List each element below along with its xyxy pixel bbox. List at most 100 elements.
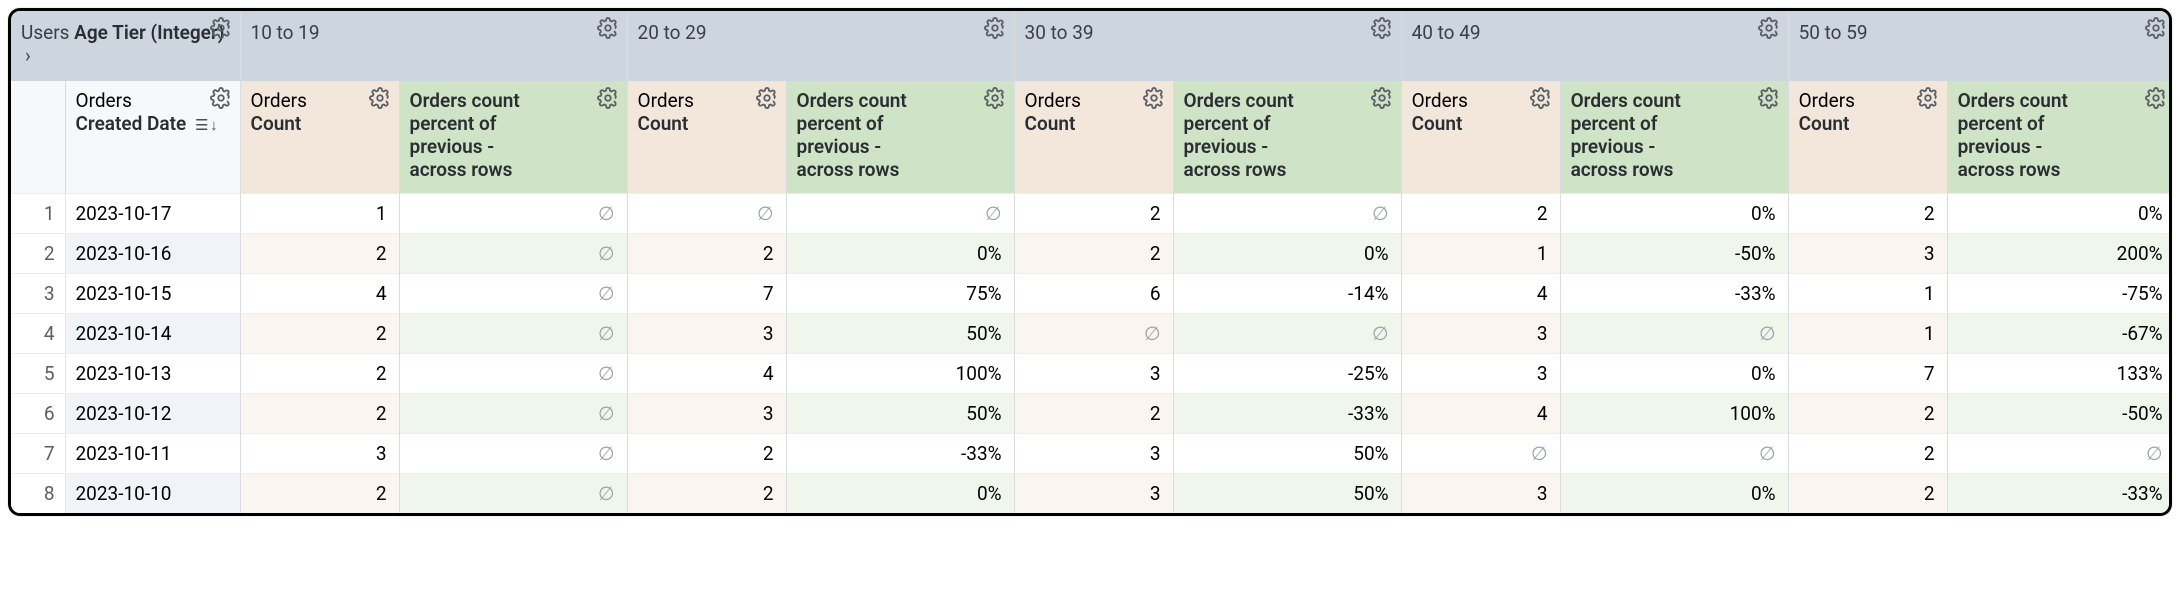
count-cell[interactable]: 3 [240,433,399,473]
count-cell[interactable]: 2 [1788,433,1947,473]
gear-icon[interactable] [2145,87,2167,109]
percent-cell[interactable]: ∅ [399,473,627,513]
percent-cell[interactable]: ∅ [399,233,627,273]
count-cell[interactable]: 7 [1788,353,1947,393]
percent-cell[interactable]: -33% [1947,473,2172,513]
gear-icon[interactable] [1371,17,1393,39]
date-cell[interactable]: 2023-10-11 [65,433,240,473]
count-cell[interactable]: 2 [1014,393,1173,433]
percent-cell[interactable]: ∅ [1173,193,1401,233]
count-cell[interactable]: 3 [1401,473,1560,513]
percent-cell[interactable]: ∅ [1173,313,1401,353]
count-cell[interactable]: 4 [1401,273,1560,313]
percent-cell[interactable]: ∅ [399,433,627,473]
gear-icon[interactable] [1758,87,1780,109]
count-cell[interactable]: 4 [627,353,786,393]
date-header[interactable]: Orders Created Date ☰ ↓ [65,81,240,193]
count-cell[interactable]: 4 [240,273,399,313]
gear-icon[interactable] [369,87,391,109]
percent-cell[interactable]: ∅ [1560,313,1788,353]
percent-cell[interactable]: -33% [1173,393,1401,433]
date-cell[interactable]: 2023-10-15 [65,273,240,313]
count-cell[interactable]: 2 [1401,193,1560,233]
percent-cell[interactable]: ∅ [786,193,1014,233]
gear-icon[interactable] [984,87,1006,109]
percent-cell[interactable]: ∅ [399,353,627,393]
percent-cell[interactable]: ∅ [399,193,627,233]
gear-icon[interactable] [1143,87,1165,109]
count-cell[interactable]: ∅ [1014,313,1173,353]
count-cell[interactable]: 2 [240,473,399,513]
percent-cell[interactable]: ∅ [399,393,627,433]
percent-cell[interactable]: -50% [1560,233,1788,273]
percent-cell[interactable]: 50% [1173,433,1401,473]
count-cell[interactable]: 3 [1014,353,1173,393]
count-cell[interactable]: 2 [1788,473,1947,513]
count-cell[interactable]: 2 [1788,393,1947,433]
pivot-group-header[interactable]: 20 to 29 [627,11,1014,81]
count-cell[interactable]: 2 [240,313,399,353]
percent-of-previous-header[interactable]: Orders countpercent ofprevious -across r… [1947,81,2172,193]
count-cell[interactable]: 3 [1014,473,1173,513]
percent-cell[interactable]: 0% [1947,193,2172,233]
count-cell[interactable]: 2 [240,393,399,433]
percent-cell[interactable]: ∅ [1947,433,2172,473]
percent-cell[interactable]: -33% [1560,273,1788,313]
date-cell[interactable]: 2023-10-16 [65,233,240,273]
orders-count-header[interactable]: OrdersCount [627,81,786,193]
percent-cell[interactable]: 0% [1560,473,1788,513]
percent-cell[interactable]: 0% [1560,353,1788,393]
count-cell[interactable]: ∅ [1401,433,1560,473]
count-cell[interactable]: 2 [1014,193,1173,233]
sort-indicator-icon[interactable]: ☰ ↓ [195,116,217,134]
percent-cell[interactable]: 50% [786,393,1014,433]
percent-cell[interactable]: -75% [1947,273,2172,313]
orders-count-header[interactable]: OrdersCount [240,81,399,193]
gear-icon[interactable] [210,17,232,39]
count-cell[interactable]: 3 [627,313,786,353]
gear-icon[interactable] [984,17,1006,39]
date-cell[interactable]: 2023-10-14 [65,313,240,353]
count-cell[interactable]: 3 [1014,433,1173,473]
percent-cell[interactable]: ∅ [1560,433,1788,473]
date-cell[interactable]: 2023-10-17 [65,193,240,233]
gear-icon[interactable] [210,87,232,109]
percent-cell[interactable]: 0% [1173,233,1401,273]
count-cell[interactable]: 1 [1788,273,1947,313]
percent-cell[interactable]: 50% [786,313,1014,353]
count-cell[interactable]: 7 [627,273,786,313]
count-cell[interactable]: 4 [1401,393,1560,433]
pivot-group-header[interactable]: 40 to 49 [1401,11,1788,81]
orders-count-header[interactable]: OrdersCount [1788,81,1947,193]
count-cell[interactable]: ∅ [627,193,786,233]
count-cell[interactable]: 2 [627,433,786,473]
count-cell[interactable]: 1 [240,193,399,233]
count-cell[interactable]: 2 [627,473,786,513]
date-cell[interactable]: 2023-10-10 [65,473,240,513]
date-cell[interactable]: 2023-10-12 [65,393,240,433]
count-cell[interactable]: 2 [240,353,399,393]
percent-of-previous-header[interactable]: Orders countpercent ofprevious -across r… [1560,81,1788,193]
gear-icon[interactable] [1530,87,1552,109]
percent-of-previous-header[interactable]: Orders countpercent ofprevious -across r… [1173,81,1401,193]
count-cell[interactable]: 1 [1788,313,1947,353]
gear-icon[interactable] [2145,17,2167,39]
percent-cell[interactable]: 100% [1560,393,1788,433]
percent-cell[interactable]: -67% [1947,313,2172,353]
pivot-group-header[interactable]: 30 to 39 [1014,11,1401,81]
count-cell[interactable]: 3 [1401,353,1560,393]
percent-cell[interactable]: ∅ [399,273,627,313]
percent-cell[interactable]: -33% [786,433,1014,473]
orders-count-header[interactable]: OrdersCount [1014,81,1173,193]
percent-of-previous-header[interactable]: Orders countpercent ofprevious -across r… [786,81,1014,193]
gear-icon[interactable] [1371,87,1393,109]
gear-icon[interactable] [597,87,619,109]
percent-cell[interactable]: -25% [1173,353,1401,393]
percent-cell[interactable]: 0% [786,473,1014,513]
gear-icon[interactable] [1758,17,1780,39]
gear-icon[interactable] [597,17,619,39]
count-cell[interactable]: 2 [1014,233,1173,273]
chevron-right-icon[interactable]: › [25,44,31,67]
date-cell[interactable]: 2023-10-13 [65,353,240,393]
count-cell[interactable]: 3 [1401,313,1560,353]
